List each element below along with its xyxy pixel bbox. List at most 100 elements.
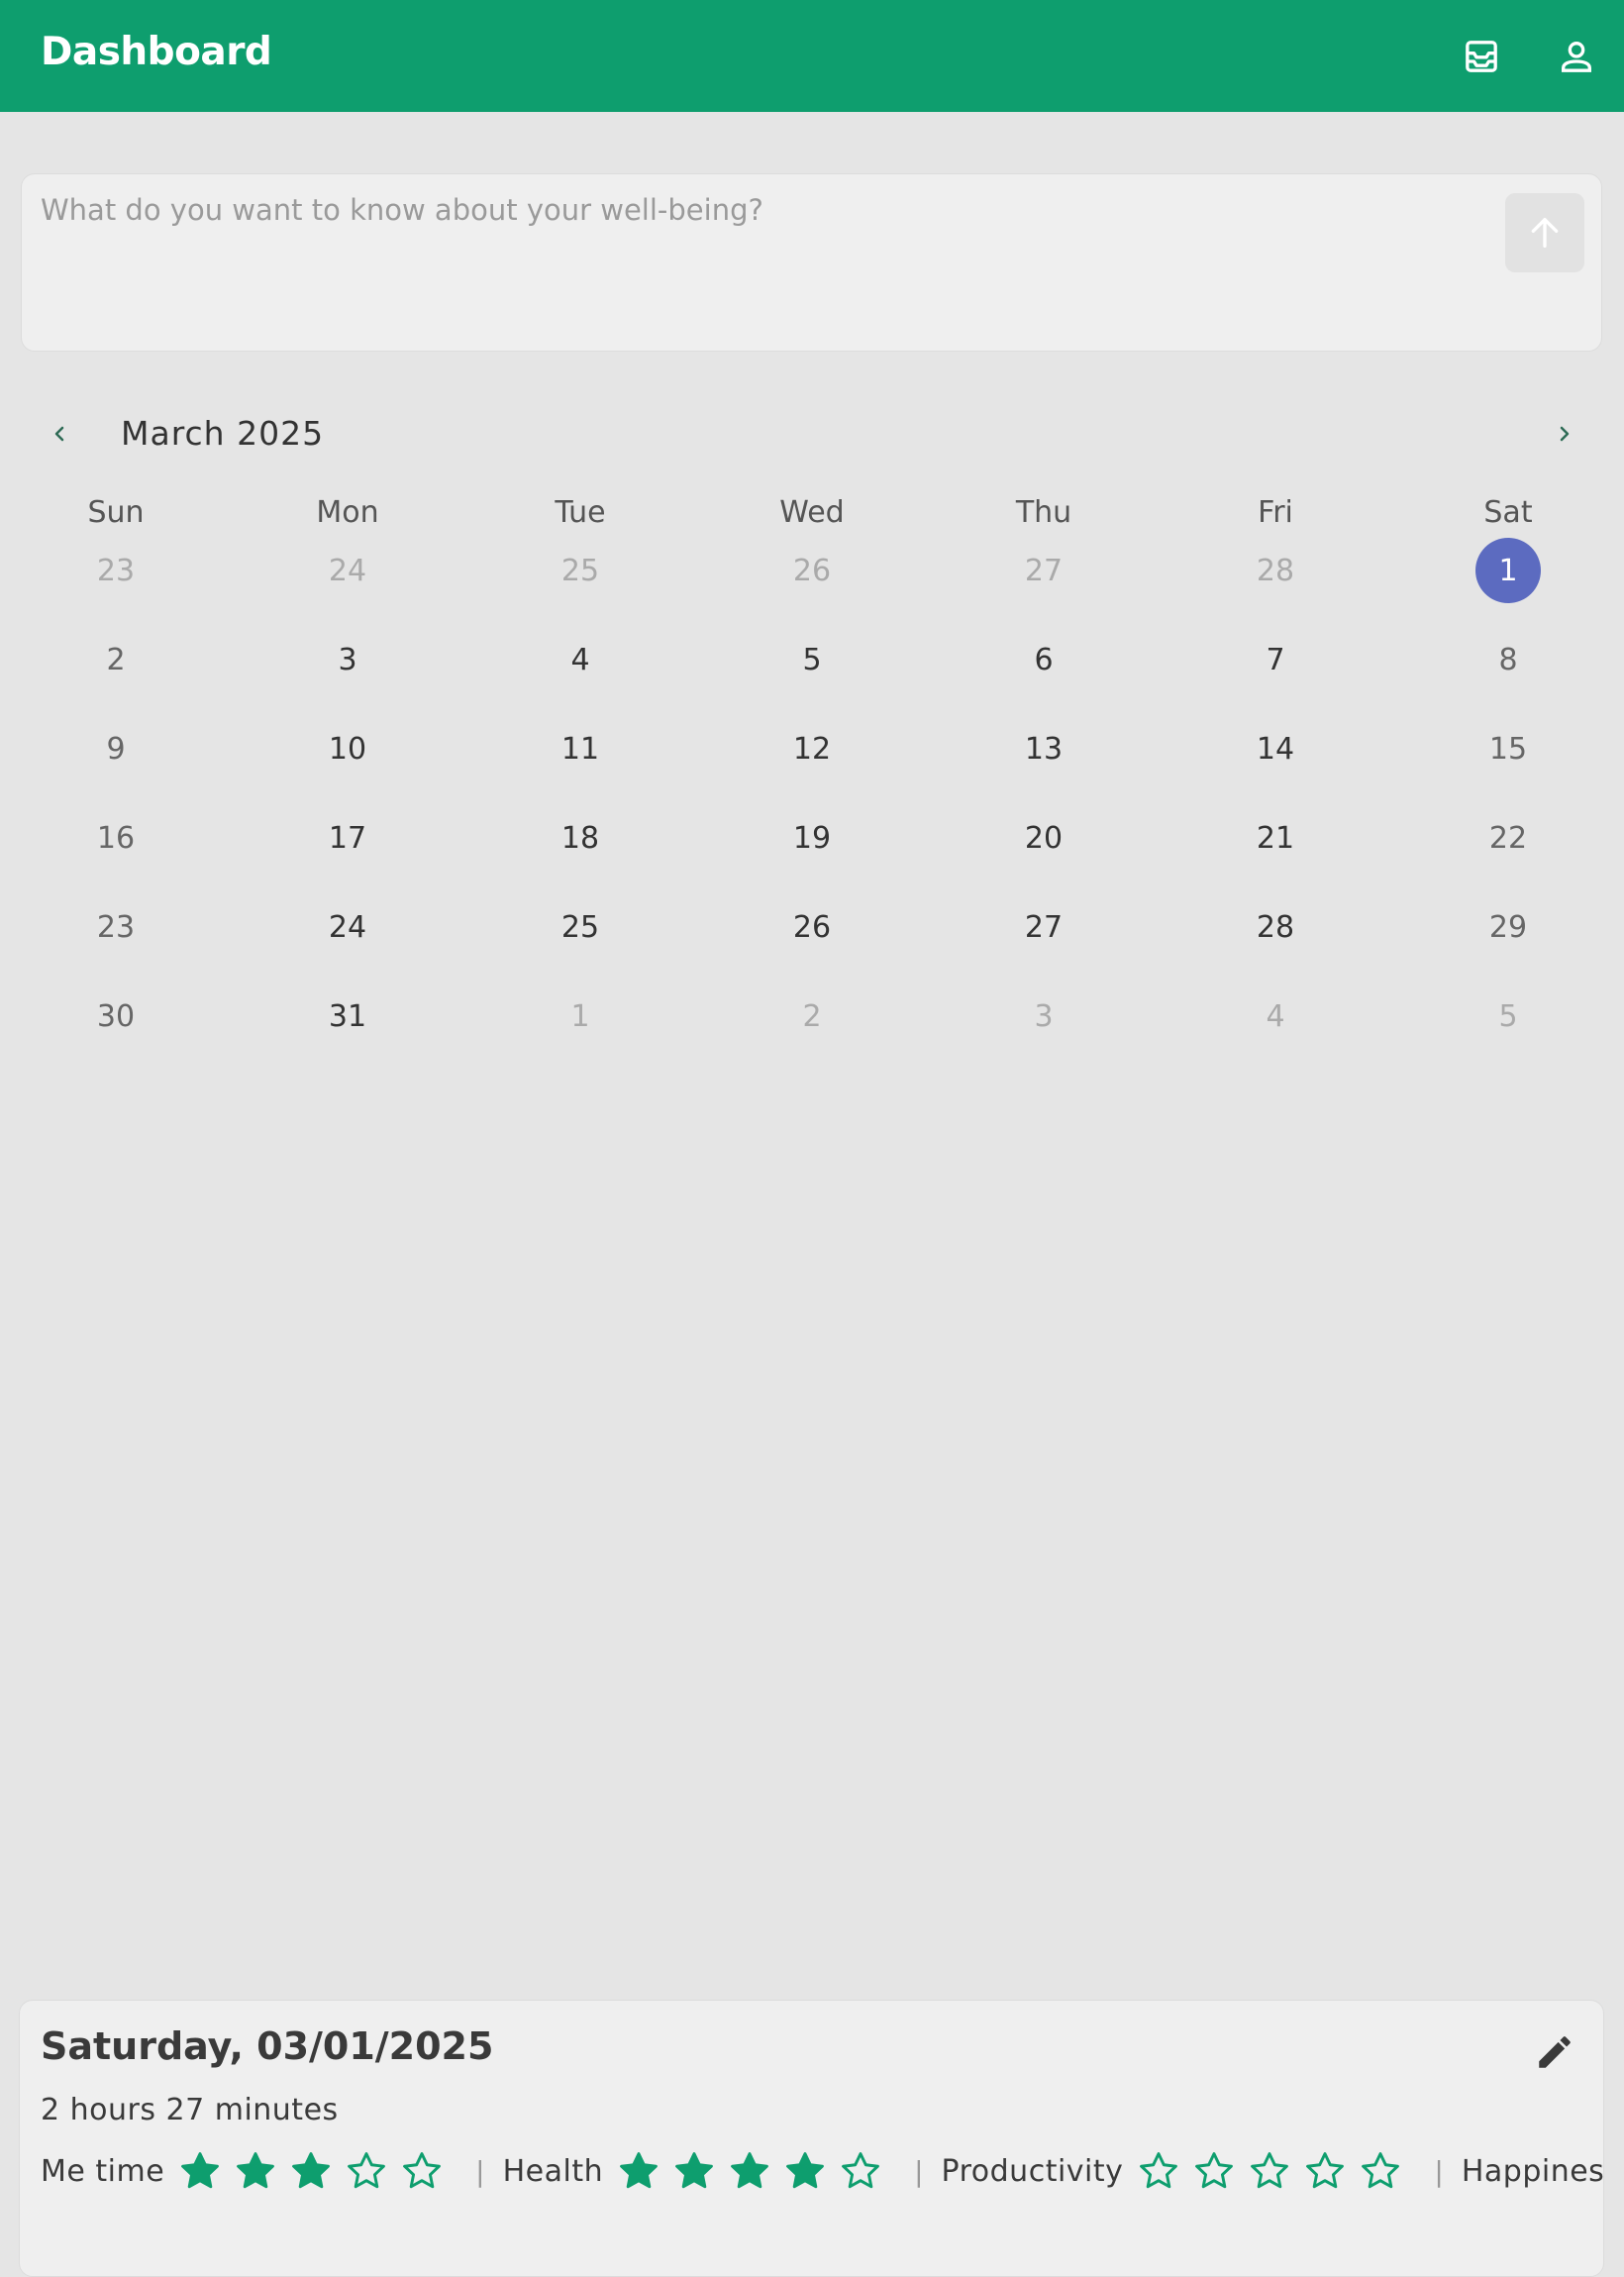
calendar-day[interactable]: 13	[964, 716, 1123, 781]
inbox-button[interactable]	[1460, 35, 1503, 78]
star-outline-icon[interactable]	[345, 2149, 388, 2193]
calendar-day[interactable]: 5	[1429, 983, 1587, 1049]
rating-happiness: Happiness	[1462, 2141, 1603, 2201]
calendar-day[interactable]: 11	[501, 716, 660, 781]
chevron-left-icon	[54, 426, 64, 442]
calendar-day-number: 7	[1266, 642, 1285, 677]
calendar-day-number: 27	[1024, 909, 1064, 945]
star-filled-icon[interactable]	[783, 2149, 827, 2193]
star-outline-icon[interactable]	[1359, 2149, 1402, 2193]
ratings-row: Me time | Health | Productivity | Happiness	[41, 2141, 1603, 2201]
calendar-day[interactable]: 25	[501, 538, 660, 603]
calendar-day[interactable]: 15	[1429, 716, 1587, 781]
weekday-label: Sat	[1483, 495, 1533, 530]
calendar-day[interactable]: 23	[37, 538, 195, 603]
calendar-day[interactable]: 16	[37, 805, 195, 871]
calendar-day-number: 12	[792, 731, 832, 767]
profile-button[interactable]	[1555, 35, 1598, 78]
calendar-day[interactable]: 24	[268, 538, 427, 603]
calendar-day[interactable]: 28	[1196, 894, 1355, 960]
calendar-day-number: 11	[560, 731, 600, 767]
calendar-day[interactable]: 28	[1196, 538, 1355, 603]
question-input[interactable]	[41, 192, 1506, 331]
calendar-day[interactable]: 23	[37, 894, 195, 960]
calendar-day[interactable]: 7	[1196, 627, 1355, 692]
calendar-day[interactable]: 12	[733, 716, 891, 781]
calendar-day[interactable]: 3	[268, 627, 427, 692]
calendar-day[interactable]: 24	[268, 894, 427, 960]
rating-productivity: Productivity	[942, 2141, 1415, 2201]
calendar-day-number: 22	[1488, 820, 1528, 856]
calendar-day-number: 19	[792, 820, 832, 856]
calendar-day-number: 13	[1024, 731, 1064, 767]
calendar-day-selected[interactable]: 1	[1429, 538, 1587, 603]
calendar-day[interactable]: 21	[1196, 805, 1355, 871]
rating-separator: |	[475, 2154, 485, 2188]
question-box	[21, 173, 1602, 352]
calendar-day-number: 23	[96, 909, 136, 945]
calendar-day-number: 4	[1266, 998, 1285, 1034]
calendar-day-number: 24	[328, 553, 367, 588]
send-button[interactable]	[1505, 193, 1584, 272]
calendar-day[interactable]: 19	[733, 805, 891, 871]
day-entry-card: Saturday, 03/01/2025 2 hours 27 minutes …	[19, 2000, 1604, 2277]
calendar-day[interactable]: 6	[964, 627, 1123, 692]
calendar-day[interactable]: 2	[37, 627, 195, 692]
star-filled-icon[interactable]	[178, 2149, 222, 2193]
calendar-day[interactable]: 5	[733, 627, 891, 692]
calendar-day-number: 5	[1498, 998, 1518, 1034]
calendar-day[interactable]: 3	[964, 983, 1123, 1049]
calendar-day[interactable]: 4	[1196, 983, 1355, 1049]
calendar-day[interactable]: 10	[268, 716, 427, 781]
next-month-button[interactable]	[1547, 416, 1582, 452]
calendar-day-number: 25	[560, 909, 600, 945]
star-filled-icon[interactable]	[728, 2149, 771, 2193]
calendar-day[interactable]: 31	[268, 983, 427, 1049]
calendar-day[interactable]: 4	[501, 627, 660, 692]
star-filled-icon[interactable]	[617, 2149, 660, 2193]
calendar-day-number: 5	[802, 642, 822, 677]
calendar-day[interactable]: 29	[1429, 894, 1587, 960]
calendar-day-number: 26	[792, 553, 832, 588]
star-filled-icon[interactable]	[234, 2149, 277, 2193]
star-outline-icon[interactable]	[1303, 2149, 1347, 2193]
rating-separator: |	[914, 2154, 924, 2188]
calendar-day[interactable]: 26	[733, 894, 891, 960]
star-outline-icon[interactable]	[400, 2149, 444, 2193]
star-outline-icon[interactable]	[839, 2149, 882, 2193]
star-outline-icon[interactable]	[1137, 2149, 1180, 2193]
edit-entry-button[interactable]	[1530, 2027, 1579, 2077]
calendar-day-number: 15	[1488, 731, 1528, 767]
calendar-day[interactable]: 9	[37, 716, 195, 781]
star-outline-icon[interactable]	[1192, 2149, 1236, 2193]
star-outline-icon[interactable]	[1248, 2149, 1291, 2193]
calendar-day-number: 1	[570, 998, 590, 1034]
calendar-month-label: March 2025	[121, 414, 325, 453]
calendar-day-number: 6	[1034, 642, 1054, 677]
entry-duration: 2 hours 27 minutes	[41, 2093, 339, 2127]
calendar-day[interactable]: 26	[733, 538, 891, 603]
calendar-day[interactable]: 18	[501, 805, 660, 871]
calendar-day[interactable]: 14	[1196, 716, 1355, 781]
pencil-icon	[1539, 2036, 1571, 2068]
calendar-day-number: 9	[106, 731, 126, 767]
calendar-day[interactable]: 27	[964, 538, 1123, 603]
calendar-day[interactable]: 2	[733, 983, 891, 1049]
rating-separator: |	[1434, 2154, 1444, 2188]
calendar-day-number: 25	[560, 553, 600, 588]
calendar-day[interactable]: 27	[964, 894, 1123, 960]
calendar-day[interactable]: 8	[1429, 627, 1587, 692]
calendar-day[interactable]: 22	[1429, 805, 1587, 871]
calendar-day-number: 17	[328, 820, 367, 856]
calendar-day-number: 26	[792, 909, 832, 945]
previous-month-button[interactable]	[42, 416, 77, 452]
calendar-day-number: 20	[1024, 820, 1064, 856]
star-filled-icon[interactable]	[672, 2149, 716, 2193]
star-filled-icon[interactable]	[289, 2149, 333, 2193]
calendar-day-number: 27	[1024, 553, 1064, 588]
calendar-day[interactable]: 20	[964, 805, 1123, 871]
calendar-day[interactable]: 1	[501, 983, 660, 1049]
calendar-day[interactable]: 30	[37, 983, 195, 1049]
calendar-day[interactable]: 17	[268, 805, 427, 871]
calendar-day[interactable]: 25	[501, 894, 660, 960]
